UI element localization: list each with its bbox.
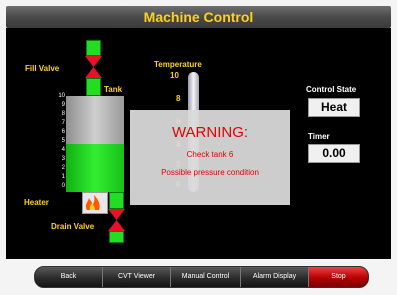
fill-valve-icon[interactable]	[85, 56, 102, 78]
stop-button[interactable]: Stop	[309, 267, 368, 287]
tank-scale-tick: 2	[61, 165, 65, 171]
heater-label: Heater	[24, 198, 49, 207]
fill-pipe-top	[86, 40, 101, 56]
manual-control-button[interactable]: Manual Control	[171, 267, 241, 287]
fill-valve-label: Fill Valve	[25, 64, 60, 73]
window-title: Machine Control	[6, 6, 391, 28]
tank-scale-tick: 3	[61, 156, 65, 162]
drain-valve-icon[interactable]	[108, 209, 125, 231]
warning-dialog[interactable]: WARNING: Check tank 6 Possible pressure …	[130, 110, 290, 205]
fill-pipe-bottom	[86, 78, 101, 96]
drain-valve-label: Drain Valve	[51, 222, 95, 231]
warning-message-line1: Check tank 6	[186, 150, 234, 159]
control-state-label: Control State	[306, 85, 357, 94]
control-state-value: Heat	[308, 98, 360, 117]
tank-scale-tick: 7	[61, 120, 65, 126]
drain-pipe-top	[109, 192, 124, 209]
warning-title: WARNING:	[171, 124, 249, 141]
hmi-screen: Fill Valve Tank 10 9 8 7 6 5 4 3 2 1 0 H…	[6, 28, 391, 259]
tank-scale-tick: 9	[61, 102, 65, 108]
timer-value: 0.00	[308, 144, 360, 163]
tank-scale-tick: 5	[61, 138, 65, 144]
temperature-scale-tick: 10	[170, 71, 179, 80]
flame-icon	[85, 195, 100, 210]
tank-body	[66, 96, 124, 192]
drain-pipe-bottom	[109, 231, 124, 243]
tank-scale-tick: 1	[61, 174, 65, 180]
cvt-viewer-button[interactable]: CVT Viewer	[103, 267, 171, 287]
tank-scale-tick: 10	[58, 93, 65, 99]
tank-scale-tick: 0	[61, 183, 65, 189]
tank-scale-tick: 8	[61, 111, 65, 117]
timer-label: Timer	[308, 132, 330, 141]
tank-scale-tick: 4	[61, 147, 65, 153]
back-button[interactable]: Back	[35, 267, 103, 287]
temperature-scale-tick: 8	[176, 94, 181, 103]
window: Machine Control Fill Valve Tank 10 9 8 7…	[0, 0, 397, 295]
navigation-bar: Back CVT Viewer Manual Control Alarm Dis…	[34, 266, 369, 288]
tank-label: Tank	[104, 85, 123, 94]
tank-scale-tick: 6	[61, 129, 65, 135]
warning-message-line2: Possible pressure condition	[161, 168, 259, 177]
temperature-label: Temperature	[154, 60, 202, 69]
heater-box	[82, 192, 108, 214]
tank-liquid-level	[66, 144, 124, 192]
alarm-display-button[interactable]: Alarm Display	[241, 267, 309, 287]
